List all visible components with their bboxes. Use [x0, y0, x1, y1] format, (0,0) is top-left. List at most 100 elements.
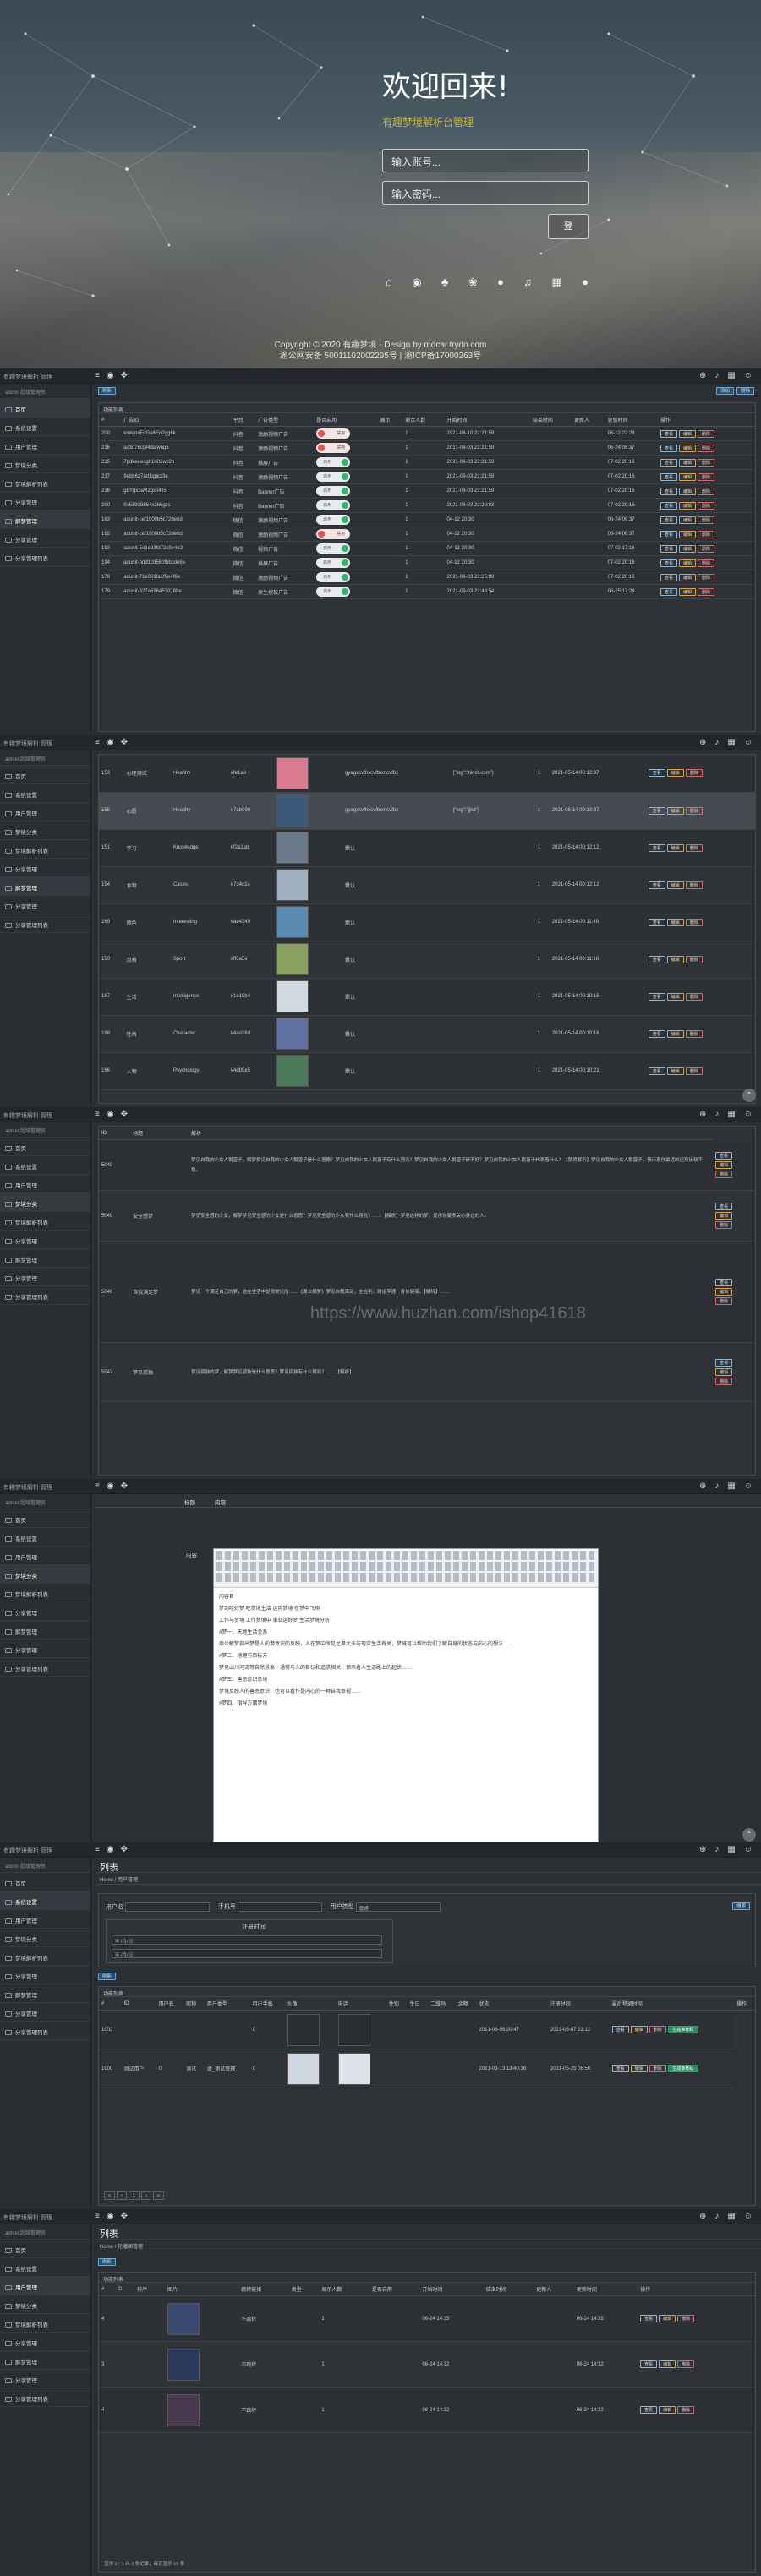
sidebar-item[interactable]: 分享管理 — [0, 859, 90, 877]
sidebar-item[interactable]: 梦境分类 — [0, 1565, 90, 1584]
sidebar-item[interactable]: 用户管理 — [0, 436, 90, 455]
sidebar-item[interactable]: 用户管理 — [0, 2277, 90, 2295]
editor-body[interactable]: 内容目 梦到吃好梦 吃梦境生活 运势梦境 在梦中飞翔 工作与梦境 工作梦境中 事业运… — [214, 1588, 598, 1716]
sidebar-item[interactable]: 系统设置 — [0, 784, 90, 803]
music-icon[interactable]: ♫ — [523, 276, 532, 289]
sidebar-item[interactable]: 首页 — [0, 2240, 90, 2258]
user-icon[interactable]: ☺ — [744, 1110, 753, 1119]
sidebar-item[interactable]: 梦境解析列表 — [0, 840, 90, 859]
view-button[interactable]: 查看 — [715, 1359, 733, 1367]
bell-icon[interactable]: ♪ — [714, 1110, 719, 1119]
view-button[interactable]: 查看 — [648, 1029, 665, 1038]
view-button[interactable]: 查看 — [648, 992, 665, 1001]
view-button[interactable]: 查看 — [648, 1067, 665, 1075]
tab-title[interactable]: 标题 — [184, 1498, 195, 1506]
download-icon[interactable]: ⊕ — [699, 2212, 706, 2221]
delete-button[interactable]: 删除 — [698, 487, 714, 495]
search-button[interactable]: 搜索 — [731, 1902, 750, 1910]
edit-button[interactable]: 编辑 — [715, 1212, 733, 1220]
download-icon[interactable]: ⊕ — [699, 738, 706, 747]
delete-button[interactable]: 删除 — [685, 843, 703, 852]
enable-toggle[interactable]: 禁用 — [316, 428, 351, 439]
edit-button[interactable]: 编辑 — [679, 530, 696, 538]
sidebar-item[interactable]: 梦境分类 — [0, 1929, 90, 1947]
view-button[interactable]: 查看 — [648, 769, 665, 778]
view-button[interactable]: 查看 — [640, 2406, 658, 2414]
sidebar-item[interactable]: 解梦管理 — [0, 1621, 90, 1640]
edit-button[interactable]: 编辑 — [715, 1288, 733, 1296]
view-button[interactable]: 查看 — [648, 843, 665, 852]
github-icon[interactable]: ◉ — [107, 371, 114, 380]
delete-button[interactable]: 删除 — [685, 1067, 703, 1075]
delete-button[interactable]: 删除 — [698, 573, 714, 581]
scroll-top-button[interactable]: ⌃ — [742, 1089, 756, 1102]
delete-button[interactable]: 删除 — [685, 918, 703, 926]
edit-button[interactable]: 编辑 — [715, 1160, 733, 1169]
delete-button[interactable]: 删除 — [649, 2065, 666, 2072]
view-button[interactable]: 查看 — [660, 444, 677, 452]
sidebar-item[interactable]: 分享管理 — [0, 492, 90, 510]
phone-filter[interactable] — [237, 1902, 322, 1912]
weixin-icon[interactable]: ❀ — [468, 276, 478, 289]
bell-icon[interactable]: ♪ — [714, 2212, 719, 2221]
enable-toggle[interactable]: 启用 — [316, 500, 351, 510]
fullscreen-icon[interactable]: ✥ — [121, 738, 128, 747]
date-start[interactable]: 年 /月/日 — [112, 1935, 382, 1945]
download-icon[interactable]: ⊕ — [699, 1110, 706, 1119]
account-input[interactable]: 输入账号... — [382, 149, 589, 172]
delete-button[interactable]: 删除 — [698, 544, 714, 553]
delete-button[interactable]: 删除 — [736, 387, 754, 395]
bell-icon[interactable]: ♪ — [714, 1482, 719, 1491]
windows-icon[interactable]: ▦ — [551, 276, 561, 289]
edit-button[interactable]: 编辑 — [679, 559, 696, 567]
bell-icon[interactable]: ♪ — [714, 1845, 719, 1854]
refresh-button[interactable]: 刷新 — [98, 387, 117, 395]
edit-button[interactable]: 编辑 — [666, 955, 684, 963]
sidebar-item[interactable]: 梦境分类 — [0, 455, 90, 473]
login-button[interactable]: 登 — [548, 214, 589, 239]
delete-button[interactable]: 删除 — [698, 559, 714, 567]
edit-button[interactable]: 编辑 — [679, 487, 696, 495]
sidebar-item[interactable]: 解梦管理 — [0, 877, 90, 896]
edit-button[interactable]: 编辑 — [679, 501, 696, 510]
sidebar-item[interactable]: 分享管理 — [0, 1602, 90, 1621]
grid-icon[interactable]: ▦ — [727, 1845, 735, 1854]
delete-button[interactable]: 删除 — [677, 2360, 695, 2368]
view-button[interactable]: 查看 — [611, 2026, 629, 2033]
view-button[interactable]: 查看 — [640, 2360, 658, 2368]
enable-toggle[interactable]: 禁用 — [316, 443, 351, 453]
delete-button[interactable]: 删除 — [685, 769, 703, 778]
sidebar-item[interactable]: 分享管理 — [0, 529, 90, 548]
sidebar-item[interactable]: 首页 — [0, 1873, 90, 1891]
sidebar-item[interactable]: 梦境解析列表 — [0, 1947, 90, 1966]
date-end[interactable]: 年 /月/日 — [112, 1949, 382, 1958]
sidebar-item[interactable]: 分享管理 — [0, 1231, 90, 1249]
sidebar-item[interactable]: 梦境解析列表 — [0, 473, 90, 492]
edit-button[interactable]: 编辑 — [679, 587, 696, 596]
delete-button[interactable]: 删除 — [698, 516, 714, 524]
github-icon[interactable]: ◉ — [107, 1845, 114, 1854]
page-button[interactable]: « — [104, 2191, 116, 2200]
grid-icon[interactable]: ▦ — [727, 1482, 735, 1491]
edit-button[interactable]: 编辑 — [659, 2360, 676, 2368]
view-button[interactable]: 查看 — [660, 501, 677, 510]
grid-icon[interactable]: ▦ — [727, 1110, 735, 1119]
delete-button[interactable]: 删除 — [685, 992, 703, 1001]
refresh-button[interactable]: 刷新 — [98, 2258, 117, 2266]
view-button[interactable]: 查看 — [640, 2315, 658, 2322]
enable-toggle[interactable]: 启用 — [316, 515, 351, 525]
view-button[interactable]: 查看 — [648, 881, 665, 889]
edit-button[interactable]: 编辑 — [679, 544, 696, 553]
view-button[interactable]: 查看 — [648, 955, 665, 963]
bell-icon[interactable]: ♪ — [714, 371, 719, 380]
delete-button[interactable]: 删除 — [677, 2315, 695, 2322]
edit-button[interactable]: 编辑 — [679, 458, 696, 467]
sidebar-item[interactable]: 系统设置 — [0, 2258, 90, 2277]
fullscreen-icon[interactable]: ✥ — [121, 2212, 128, 2221]
view-button[interactable]: 查看 — [660, 458, 677, 467]
fullscreen-icon[interactable]: ✥ — [121, 1845, 128, 1854]
edit-button[interactable]: 编辑 — [666, 769, 684, 778]
sidebar-item[interactable]: 梦境解析列表 — [0, 2314, 90, 2333]
delete-button[interactable]: 删除 — [698, 472, 714, 481]
menu-toggle-icon[interactable]: ≡ — [95, 1482, 100, 1491]
